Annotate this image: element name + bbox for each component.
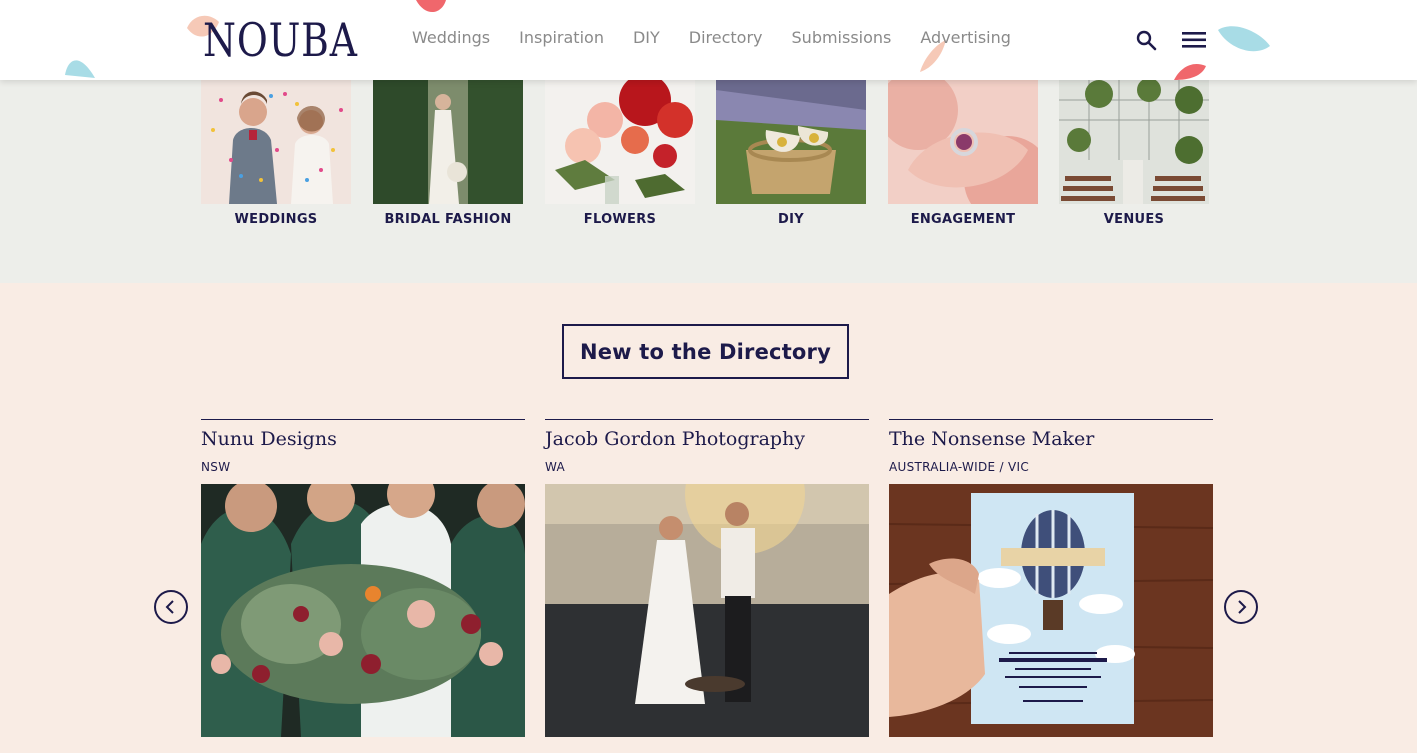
vendor-name[interactable]: Nunu Designs [201, 427, 525, 451]
vendor-location: AUSTRALIA-WIDE / VIC [889, 460, 1030, 474]
carousel-next-button[interactable] [1224, 590, 1258, 624]
category-label: FLOWERS [583, 212, 657, 227]
category-label: BRIDAL FASHION [384, 212, 512, 227]
paint-splash-decoration [1174, 63, 1206, 80]
category-bridal-fashion[interactable]: BRIDAL FASHION [373, 80, 523, 227]
category-image [716, 80, 866, 204]
site-header: NOUBA Weddings Inspiration DIY Directory… [0, 0, 1417, 80]
nav-weddings[interactable]: Weddings [412, 27, 490, 49]
chevron-left-icon [165, 600, 174, 614]
category-image [1059, 80, 1209, 204]
main-nav: Weddings Inspiration DIY Directory Submi… [412, 27, 1040, 49]
directory-card[interactable]: Jacob Gordon Photography WA [545, 419, 869, 737]
nav-diy[interactable]: DIY [633, 27, 660, 49]
vendor-location: NSW [201, 460, 231, 474]
category-label: VENUES [1103, 212, 1165, 227]
category-label: ENGAGEMENT [910, 212, 1016, 227]
paint-splash-decoration [1218, 26, 1270, 52]
menu-button[interactable] [1181, 29, 1207, 51]
directory-card[interactable]: The Nonsense Maker AUSTRALIA-WIDE / VIC [889, 419, 1213, 737]
vendor-name[interactable]: Jacob Gordon Photography [545, 427, 869, 451]
category-flowers[interactable]: FLOWERS [545, 80, 695, 227]
paint-splash-decoration [416, 0, 446, 13]
vendor-image[interactable] [889, 484, 1213, 737]
category-venues[interactable]: VENUES [1059, 80, 1209, 227]
nav-directory[interactable]: Directory [689, 27, 763, 49]
menu-icon [1182, 32, 1206, 48]
vendor-name[interactable]: The Nonsense Maker [889, 427, 1213, 451]
category-image [373, 80, 523, 204]
chevron-right-icon [1238, 600, 1247, 614]
category-weddings[interactable]: WEDDINGS [201, 80, 351, 227]
site-logo[interactable]: NOUBA [203, 12, 358, 68]
paint-splash-decoration [65, 60, 95, 78]
vendor-image[interactable] [545, 484, 869, 737]
category-image [888, 80, 1038, 204]
directory-card[interactable]: Nunu Designs NSW [201, 419, 525, 737]
search-button[interactable] [1134, 28, 1158, 52]
nav-submissions[interactable]: Submissions [792, 27, 892, 49]
vendor-image[interactable] [201, 484, 525, 737]
category-image [545, 80, 695, 204]
category-label: WEDDINGS [234, 212, 318, 227]
nav-inspiration[interactable]: Inspiration [519, 27, 604, 49]
card-divider [889, 419, 1213, 420]
category-image [201, 80, 351, 204]
category-diy[interactable]: DIY [716, 80, 866, 227]
nav-advertising[interactable]: Advertising [920, 27, 1011, 49]
search-icon [1136, 30, 1157, 51]
category-label: DIY [778, 212, 804, 227]
carousel-prev-button[interactable] [154, 590, 188, 624]
card-divider [201, 419, 525, 420]
directory-section-title: New to the Directory [562, 324, 849, 379]
vendor-location: WA [545, 460, 566, 474]
category-band: WEDDINGS BRIDAL FASHION FLOWERS DIY ENGA… [0, 80, 1417, 283]
category-engagement[interactable]: ENGAGEMENT [888, 80, 1038, 227]
card-divider [545, 419, 869, 420]
